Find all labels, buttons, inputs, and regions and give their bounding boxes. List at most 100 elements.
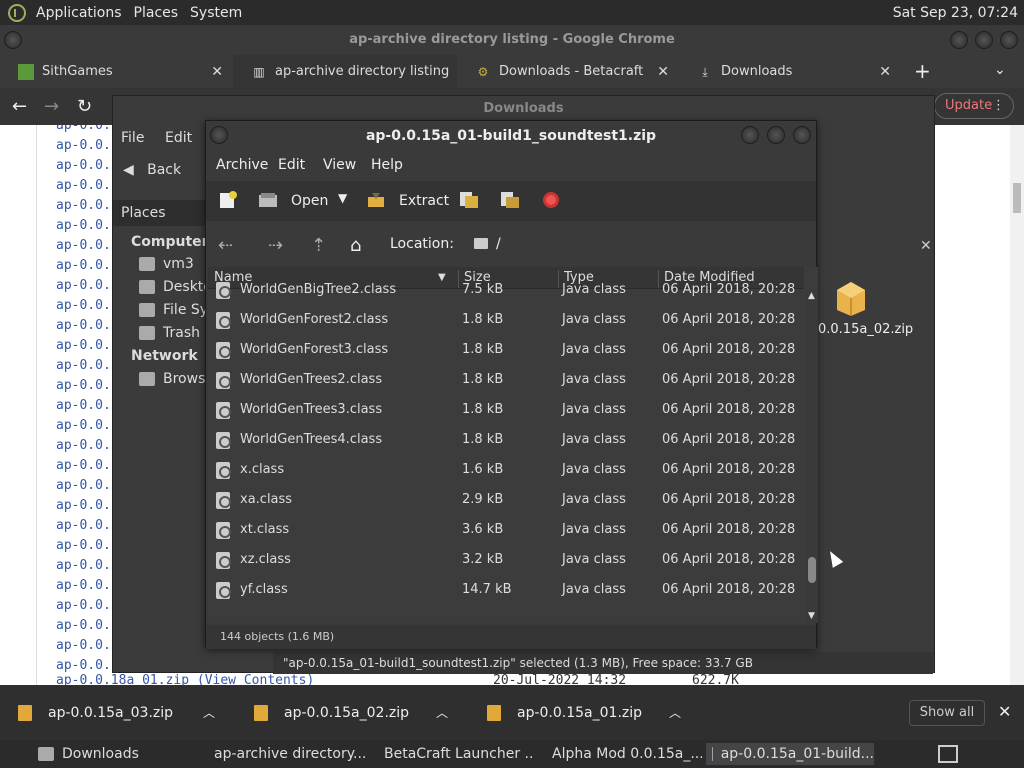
menu-view[interactable]: View xyxy=(323,157,356,173)
task-downloads[interactable]: Downloads xyxy=(32,743,196,765)
listing-row-link[interactable]: ap-0.0. xyxy=(56,218,111,233)
extract-button[interactable]: Extract xyxy=(399,193,449,209)
download-item-02[interactable]: ap-0.0.15a_02.zip ︿ xyxy=(236,685,466,740)
file-row[interactable]: WorldGenTrees4.class 1.8 kB Java class 06 A… xyxy=(208,425,804,455)
back-arrow-icon[interactable]: ← xyxy=(12,96,27,117)
listing-row-link[interactable]: ap-0.0. xyxy=(56,578,111,593)
sidebar-item-desktop[interactable]: Deskto xyxy=(139,279,212,295)
listing-row-link[interactable]: ap-0.0. xyxy=(56,458,111,473)
zip-file-icon[interactable] xyxy=(833,276,869,316)
listing-row-link[interactable]: ap-0.0. xyxy=(56,338,111,353)
stop-icon[interactable] xyxy=(541,191,561,209)
close-icon[interactable]: ✕ xyxy=(879,64,891,80)
close-button[interactable] xyxy=(1000,31,1018,49)
close-icon[interactable]: ✕ xyxy=(657,64,669,80)
listing-row-link[interactable]: ap-0.0. xyxy=(56,518,111,533)
open-archive-icon[interactable] xyxy=(258,191,278,209)
sidebar-item-trash[interactable]: Trash xyxy=(139,325,200,341)
tab-sithgames[interactable]: SithGames ✕ xyxy=(0,55,233,88)
close-icon[interactable]: ✕ xyxy=(211,64,223,80)
listing-row-link[interactable]: ap-0.0. xyxy=(56,238,111,253)
extract-icon[interactable] xyxy=(366,191,386,209)
chevron-up-icon[interactable]: ︿ xyxy=(203,704,215,721)
minimize-button[interactable] xyxy=(950,31,968,49)
clock[interactable]: Sat Sep 23, 07:24 xyxy=(893,5,1024,21)
listing-row-link[interactable]: ap-0.0. xyxy=(56,318,111,333)
file-row[interactable]: yf.class 14.7 kB Java class 06 April 2018, … xyxy=(208,575,804,605)
minimize-button[interactable] xyxy=(741,126,759,144)
scroll-thumb[interactable] xyxy=(1013,183,1021,213)
file-row[interactable]: xt.class 3.6 kB Java class 06 April 2018, 2… xyxy=(208,515,804,545)
scroll-up-icon[interactable]: ▲ xyxy=(808,291,815,301)
sidebar-item-filesystem[interactable]: File Sys xyxy=(139,302,215,318)
listing-row-link[interactable]: ap-0.0. xyxy=(56,558,111,573)
zip-file-label[interactable]: 0.0.15a_02.zip xyxy=(818,322,913,337)
task-alpha-mod[interactable]: Alpha Mod 0.0.15a_... xyxy=(538,743,702,765)
add-files-icon[interactable] xyxy=(459,191,479,209)
listing-row-link[interactable]: ap-0.0. xyxy=(56,478,111,493)
download-item-03[interactable]: ap-0.0.15a_03.zip ︿ xyxy=(0,685,233,740)
window-menu-icon[interactable] xyxy=(4,31,22,49)
add-folder-icon[interactable] xyxy=(500,191,520,209)
listing-row-link[interactable]: ap-0.0. xyxy=(56,125,111,133)
maximize-button[interactable] xyxy=(975,31,993,49)
up-arrow-icon[interactable]: ⇡ xyxy=(311,235,326,256)
listing-row-link[interactable]: ap-0.0. xyxy=(56,498,111,513)
task-betacraft[interactable]: BetaCraft Launcher ... xyxy=(370,743,534,765)
listing-row-link[interactable]: ap-0.0. xyxy=(56,598,111,613)
task-archive-manager[interactable]: ap-0.0.15a_01-build... xyxy=(706,743,874,765)
menu-places[interactable]: Places xyxy=(128,5,185,21)
scroll-thumb[interactable] xyxy=(808,557,816,583)
new-tab-button[interactable]: + xyxy=(914,59,931,83)
sidebar-item-browse-network[interactable]: Browse xyxy=(139,371,214,387)
page-scrollbar[interactable] xyxy=(1010,125,1024,685)
update-button[interactable]: Update ⋮ xyxy=(934,93,1014,119)
listing-row-link[interactable]: ap-0.0. xyxy=(56,618,111,633)
listing-row-link[interactable]: ap-0.0. xyxy=(56,438,111,453)
file-row[interactable]: WorldGenBigTree2.class 7.5 kB Java class 06… xyxy=(208,275,804,305)
listing-row-link[interactable]: ap-0.0. xyxy=(56,158,111,173)
forward-arrow-icon[interactable]: ⇢ xyxy=(268,235,283,256)
menu-system[interactable]: System xyxy=(184,5,248,21)
menu-help[interactable]: Help xyxy=(371,157,403,173)
sidebar-item-vm3[interactable]: vm3 xyxy=(139,256,194,272)
show-all-button[interactable]: Show all xyxy=(909,700,985,726)
file-row[interactable]: WorldGenForest3.class 1.8 kB Java class 06 … xyxy=(208,335,804,365)
tab-ap-archive[interactable]: ▥ ap-archive directory listing xyxy=(233,55,457,88)
scroll-down-icon[interactable]: ▼ xyxy=(808,611,815,621)
location-value[interactable]: / xyxy=(496,236,501,252)
close-button[interactable] xyxy=(793,126,811,144)
task-chrome[interactable]: ap-archive directory... xyxy=(200,743,366,765)
mate-logo-icon[interactable] xyxy=(8,3,26,22)
listing-row-link[interactable]: ap-0.0. xyxy=(56,138,111,153)
listing-row-link[interactable]: ap-0.0. xyxy=(56,358,111,373)
download-item-01[interactable]: ap-0.0.15a_01.zip ︿ xyxy=(469,685,699,740)
home-icon[interactable]: ⌂ xyxy=(350,235,361,256)
file-row[interactable]: xa.class 2.9 kB Java class 06 April 2018, 2… xyxy=(208,485,804,515)
file-row[interactable]: WorldGenForest2.class 1.8 kB Java class 06 … xyxy=(208,305,804,335)
listing-row-link[interactable]: ap-0.0. xyxy=(56,398,111,413)
listing-row-link[interactable]: ap-0.0. xyxy=(56,638,111,653)
tab-downloads[interactable]: ⤓ Downloads ✕ xyxy=(679,55,901,88)
listing-row-link[interactable]: ap-0.0. xyxy=(56,198,111,213)
menu-applications[interactable]: Applications xyxy=(30,5,128,21)
listing-row-link[interactable]: ap-0.0. xyxy=(56,418,111,433)
listing-row-link[interactable]: ap-0.0. xyxy=(56,378,111,393)
file-row[interactable]: xz.class 3.2 kB Java class 06 April 2018, 2… xyxy=(208,545,804,575)
close-icon[interactable]: ✕ xyxy=(920,238,932,254)
tab-search-chevron-icon[interactable]: ⌄ xyxy=(994,62,1006,78)
reload-icon[interactable]: ↻ xyxy=(77,96,92,117)
listing-row-link[interactable]: ap-0.0. xyxy=(56,258,111,273)
listing-row-link[interactable]: ap-0.0. xyxy=(56,538,111,553)
chevron-up-icon[interactable]: ︿ xyxy=(436,704,448,721)
show-desktop-icon[interactable] xyxy=(938,745,958,763)
new-archive-icon[interactable] xyxy=(218,191,238,209)
back-arrow-icon[interactable]: ⇠ xyxy=(218,235,233,256)
file-row[interactable]: WorldGenTrees3.class 1.8 kB Java class 06 A… xyxy=(208,395,804,425)
open-button[interactable]: Open xyxy=(291,193,328,209)
open-dropdown-chevron-icon[interactable]: ▼ xyxy=(338,191,347,205)
menu-edit[interactable]: Edit xyxy=(165,130,192,146)
menu-archive[interactable]: Archive xyxy=(216,157,268,173)
forward-arrow-icon[interactable]: → xyxy=(44,96,59,117)
listing-row-link[interactable]: ap-0.0. xyxy=(56,178,111,193)
